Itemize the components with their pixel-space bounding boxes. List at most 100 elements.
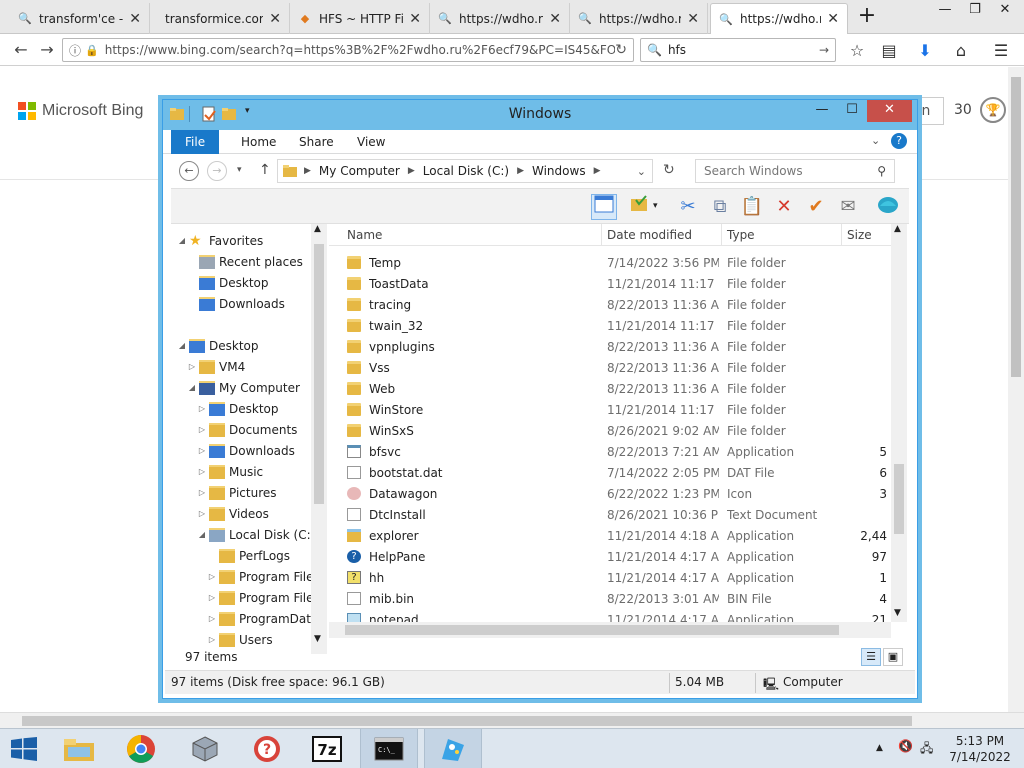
rename-check-icon[interactable]: ✔ [803, 194, 829, 220]
new-tab-button[interactable]: + [854, 4, 880, 30]
close-tab-icon[interactable]: ✕ [827, 11, 839, 27]
file-row[interactable]: Temp 7/14/2022 3:56 PM File folder [329, 253, 889, 274]
nav-item[interactable]: ▷ Desktop [197, 398, 327, 419]
nav-item[interactable]: ▷ Program Files [207, 587, 327, 608]
collapse-arrow-icon[interactable]: ◢ [177, 236, 187, 245]
expand-ribbon-icon[interactable]: ⌄ [871, 134, 880, 147]
file-list-vertical-scrollbar[interactable]: ▲ ▼ [891, 224, 907, 622]
close-tab-icon[interactable]: ✕ [409, 11, 421, 27]
column-name[interactable]: Name [347, 228, 382, 242]
preview-pane-icon[interactable] [591, 194, 617, 220]
file-row[interactable]: Datawagon 6/22/2022 1:23 PM Icon 3 [329, 484, 889, 505]
home-icon[interactable]: ⌂ [950, 40, 972, 62]
navigation-pane-scrollbar[interactable]: ▲ ▼ [311, 224, 327, 654]
expand-arrow-icon[interactable]: ▷ [207, 635, 217, 644]
close-tab-icon[interactable]: ✕ [269, 11, 281, 27]
breadcrumb-my-computer[interactable]: My Computer [319, 164, 400, 178]
network-icon[interactable]: 🖧 [920, 739, 933, 760]
volume-muted-icon[interactable]: 🔇 [898, 739, 913, 753]
address-dropdown-icon[interactable]: ⌄ [637, 165, 646, 178]
back-icon[interactable]: ← [10, 39, 32, 61]
file-row[interactable]: tracing 8/22/2013 11:36 AM File folder [329, 295, 889, 316]
file-row[interactable]: explorer 11/21/2014 4:18 AM Application 2,4… [329, 526, 889, 547]
close-tab-icon[interactable]: ✕ [549, 11, 561, 27]
globe-icon[interactable] [875, 194, 901, 220]
nav-item[interactable]: ◢ Desktop [177, 335, 317, 356]
clock[interactable]: 5:13 PM 7/14/2022 [940, 733, 1020, 765]
browser-tab[interactable]: 🔍 https://wdho.r ✕ [710, 3, 848, 34]
close-tab-icon[interactable]: ✕ [129, 11, 141, 27]
file-row[interactable]: twain_32 11/21/2014 11:17 ... File folder [329, 316, 889, 337]
search-windows-input[interactable]: Search Windows ⚲ [695, 159, 895, 183]
nav-item[interactable]: ▷ VM4 [187, 356, 327, 377]
expand-arrow-icon[interactable]: ▷ [197, 425, 207, 434]
nav-item[interactable]: ▷ Users [207, 629, 327, 650]
expand-arrow-icon[interactable]: ▷ [197, 467, 207, 476]
nav-item[interactable]: ▷ Documents [197, 419, 327, 440]
expand-arrow-icon[interactable]: ▷ [207, 593, 217, 602]
menu-icon[interactable]: ☰ [990, 40, 1012, 62]
cut-icon[interactable]: ✂ [675, 194, 701, 220]
close-icon[interactable]: ✕ [990, 0, 1020, 22]
back-icon[interactable]: ← [179, 161, 199, 181]
forward-icon[interactable]: → [207, 161, 227, 181]
column-type[interactable]: Type [727, 228, 755, 242]
reload-icon[interactable]: ↻ [615, 42, 627, 58]
file-row[interactable]: ToastData 11/21/2014 11:17 ... File folder [329, 274, 889, 295]
refresh-icon[interactable]: ↻ [663, 162, 675, 178]
paste-icon[interactable]: 📋 [739, 194, 765, 220]
browser-tab[interactable]: ◆ HFS ~ HTTP File S ✕ [290, 3, 430, 34]
nav-item[interactable]: PerfLogs [207, 545, 327, 566]
help-taskbar-button[interactable]: ? [238, 729, 296, 768]
details-view-icon[interactable]: ☰ [861, 648, 881, 666]
nav-item[interactable]: ◢ Local Disk (C:) [197, 524, 327, 545]
close-tab-icon[interactable]: ✕ [687, 11, 699, 27]
bookmark-star-icon[interactable]: ☆ [846, 40, 868, 62]
file-row[interactable]: Web 8/22/2013 11:36 AM File folder [329, 379, 889, 400]
url-bar[interactable]: ⓘ 🔒 https://www.bing.com/search?q=https%… [62, 38, 634, 62]
breadcrumb-local-disk[interactable]: Local Disk (C:) [423, 164, 509, 178]
collapse-arrow-icon[interactable]: ◢ [197, 530, 207, 539]
delete-icon[interactable]: ✕ [771, 194, 797, 220]
nav-item[interactable]: Recent places [187, 251, 327, 272]
bing-logo[interactable]: Microsoft Bing [18, 102, 143, 120]
download-icon[interactable]: ⬇ [914, 40, 936, 62]
expand-arrow-icon[interactable]: ▷ [207, 572, 217, 581]
file-row[interactable]: bootstat.dat 7/14/2022 2:05 PM DAT File 6 [329, 463, 889, 484]
large-icons-view-icon[interactable]: ▣ [883, 648, 903, 666]
expand-arrow-icon[interactable]: ▷ [207, 614, 217, 623]
7zip-taskbar-button[interactable]: 7z [298, 729, 356, 768]
show-hidden-icons-icon[interactable]: ▲ [876, 743, 883, 753]
forward-icon[interactable]: → [36, 39, 58, 61]
address-bar[interactable]: ▶ My Computer ▶ Local Disk (C:) ▶ Window… [277, 159, 653, 183]
nav-item[interactable]: ▷ Videos [197, 503, 327, 524]
file-row[interactable]: DtcInstall 8/26/2021 10:36 PM Text Documen… [329, 505, 889, 526]
minimize-icon[interactable]: — [930, 0, 960, 22]
file-row[interactable]: WinStore 11/21/2014 11:17 ... File folder [329, 400, 889, 421]
browser-tab[interactable]: transformice.com/tran ✕ [150, 3, 290, 34]
nav-item[interactable]: ▷ Pictures [197, 482, 327, 503]
expand-arrow-icon[interactable]: ▷ [197, 509, 207, 518]
tab-share[interactable]: Share [285, 130, 348, 154]
column-size[interactable]: Size [847, 228, 872, 242]
nav-item[interactable]: ▷ Music [197, 461, 327, 482]
search-go-icon[interactable]: → [819, 43, 829, 57]
page-vertical-scrollbar[interactable] [1008, 67, 1024, 712]
collapse-arrow-icon[interactable]: ◢ [187, 383, 197, 392]
view-dropdown-icon[interactable]: ▾ [653, 201, 658, 211]
page-horizontal-scrollbar[interactable] [0, 712, 1024, 728]
explorer-maximize-icon[interactable]: ☐ [837, 100, 867, 122]
file-row[interactable]: vpnplugins 8/22/2013 11:36 AM File folder [329, 337, 889, 358]
nav-item[interactable]: ◢ My Computer [187, 377, 327, 398]
file-explorer-taskbar-button[interactable] [50, 729, 108, 768]
reading-list-icon[interactable]: ▤ [878, 40, 900, 62]
file-row[interactable]: WinSxS 8/26/2021 9:02 AM File folder [329, 421, 889, 442]
tab-view[interactable]: View [343, 130, 399, 154]
browser-tab[interactable]: 🔍 https://wdho.ru/6 ✕ [570, 3, 708, 34]
collapse-arrow-icon[interactable]: ◢ [177, 341, 187, 350]
expand-arrow-icon[interactable]: ▷ [197, 404, 207, 413]
recent-locations-icon[interactable]: ▾ [237, 165, 242, 175]
virtualbox-taskbar-button[interactable] [176, 729, 234, 768]
browser-tab[interactable]: 🔍 transform'ce - Sea ✕ [10, 3, 150, 34]
file-list-horizontal-scrollbar[interactable] [329, 622, 891, 638]
